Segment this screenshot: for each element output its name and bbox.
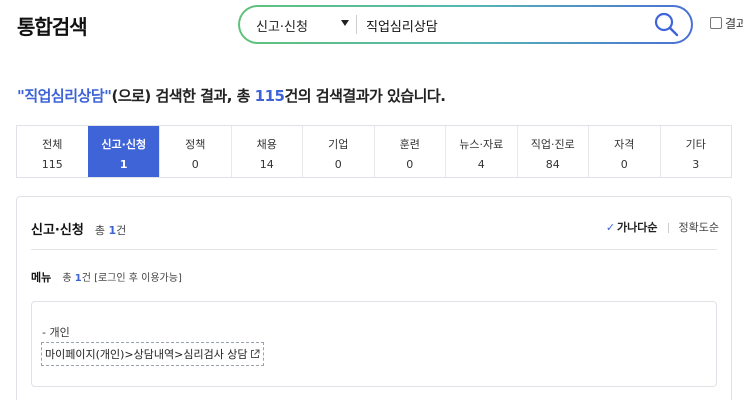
result-card: - 개인 마이페이지(개인)>상담내역>심리검사 상담 [31,301,717,387]
menu-count: 총 1건 [로그인 후 이용가능] [62,273,182,284]
tab-count: 14 [259,158,274,171]
tab-count: 1 [119,158,128,171]
summary-tail: 건의 검색결과가 있습니다. [284,87,446,105]
tab-label: 전체 [42,138,63,151]
page-title: 통합검색 [17,15,88,39]
section-header: 신고·신청 총 1건 [31,219,126,238]
section-total-suffix: 건 [116,224,127,237]
result-checkbox[interactable] [710,17,722,29]
chevron-down-icon[interactable] [341,20,349,26]
tab-etc[interactable]: 기타 3 [659,126,732,177]
tab-count: 3 [692,158,700,171]
tab-label: 기타 [685,138,706,151]
external-link-icon [250,349,260,358]
tab-label: 훈련 [399,138,420,151]
section-title: 신고·신청 [31,223,84,238]
tab-count: 4 [477,158,485,171]
check-icon: ✓ [605,221,616,234]
tab-policy[interactable]: 정책 0 [159,126,231,177]
tab-label: 자격 [614,138,635,151]
tab-label: 기업 [328,138,349,151]
tab-report-apply[interactable]: 신고·신청 1 [87,126,159,177]
search-box: 신고·신청 [238,5,693,44]
sort-divider [667,223,669,233]
tab-count: 0 [406,158,414,171]
tab-license[interactable]: 자격 0 [588,126,660,177]
sort-options: ✓ 가나다순 정확도순 [606,219,719,235]
tab-label: 뉴스·자료 [459,138,504,151]
tab-company[interactable]: 기업 0 [302,126,374,177]
search-icon[interactable] [652,10,680,38]
summary-total: 115 [254,87,285,105]
sort-accuracy[interactable]: 정확도순 [679,221,719,234]
section-total: 총 1건 [95,224,126,237]
tab-label: 정책 [185,138,206,151]
result-path-text: 마이페이지(개인)>상담내역>심리검사 상담 [45,348,248,361]
result-path-link[interactable]: 마이페이지(개인)>상담내역>심리검사 상담 [41,342,264,366]
tab-count: 0 [334,158,342,171]
tab-label: 채용 [256,138,277,151]
tab-label: 신고·신청 [101,138,147,151]
tab-career[interactable]: 직업·진로 84 [516,126,589,177]
menu-header: 메뉴 총 1건 [로그인 후 이용가능] [31,266,182,285]
tab-label: 직업·진로 [530,138,575,151]
result-checkbox-label: 결과 [725,17,743,31]
sort-alphabetical[interactable]: 가나다순 [617,221,657,234]
results-panel: 신고·신청 총 1건 ✓ 가나다순 정확도순 메뉴 총 1건 [로그인 후 이용가능… [16,196,732,400]
tab-count: 0 [191,158,199,171]
section-total-num: 1 [108,224,117,237]
tab-count: 115 [41,158,63,171]
section-total-prefix: 총 [94,224,109,237]
search-input[interactable] [366,13,636,37]
search-divider [356,15,357,34]
tab-training[interactable]: 훈련 0 [373,126,446,177]
tab-news[interactable]: 뉴스·자료 4 [445,126,517,177]
summary-keyword: 직업심리상담 [24,87,105,105]
menu-count-suffix: 건 [로그인 후 이용가능] [81,273,182,284]
summary-mid: (으로) 검색한 결과, 총 [111,87,255,105]
menu-count-prefix: 총 [62,273,75,284]
result-category: - 개인 [42,326,70,339]
tab-recruit[interactable]: 채용 14 [230,126,303,177]
search-category-select[interactable]: 신고·신청 [256,16,308,35]
category-tabs: 전체 115 신고·신청 1 정책 0 채용 14 기업 0 훈련 0 뉴스·자료 4 직업·… [16,125,732,178]
result-summary: "직업심리상담"(으로) 검색한 결과, 총 115건의 검색결과가 있습니다. [17,85,446,106]
tab-count: 0 [620,158,628,171]
menu-count-num: 1 [74,273,82,284]
section-divider [31,249,717,250]
tab-count: 84 [545,158,560,171]
menu-title: 메뉴 [31,271,52,284]
tab-all[interactable]: 전체 115 [17,126,88,177]
